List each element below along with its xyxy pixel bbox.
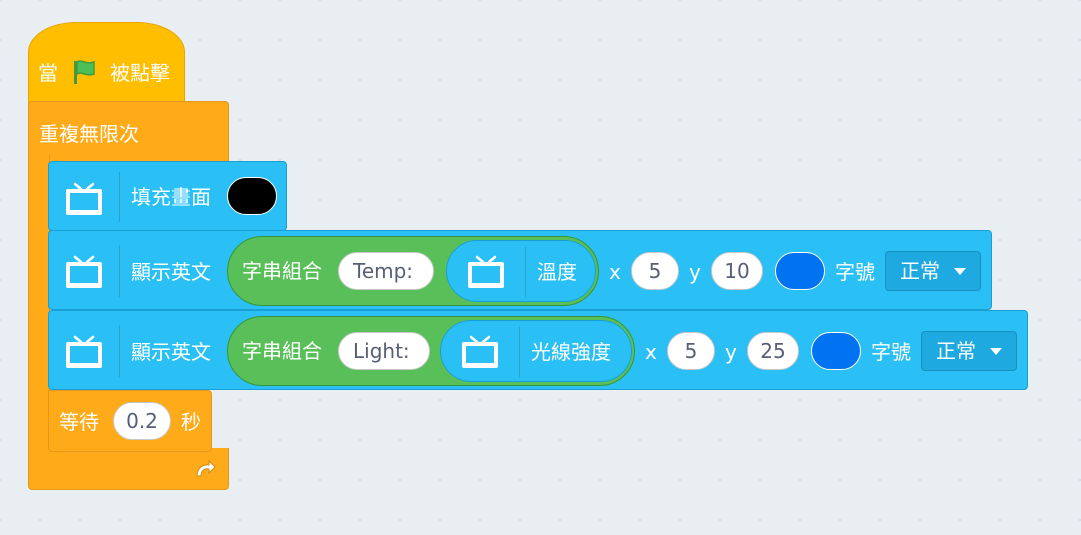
- loop-arrow-icon: [196, 459, 216, 477]
- font-size-value: 正常: [900, 259, 940, 283]
- text-color-swatch[interactable]: [811, 332, 861, 370]
- x-label: x: [609, 260, 621, 284]
- font-size-value: 正常: [936, 339, 976, 363]
- display-tv-icon: [66, 182, 102, 215]
- forever-label: 重複無限次: [39, 122, 139, 146]
- show-text-block[interactable]: 顯示英文 字串組合 Light: 光線強度 x 5 y 25 字號 正常: [48, 310, 1028, 390]
- temperature-label: 溫度: [537, 260, 577, 284]
- when-flag-clicked-block[interactable]: 當 被點擊: [28, 22, 185, 124]
- font-size-dropdown[interactable]: 正常: [885, 251, 981, 291]
- temperature-reporter[interactable]: 溫度: [446, 240, 596, 302]
- font-size-label: 字號: [871, 340, 911, 364]
- display-tv-icon: [66, 255, 102, 288]
- seconds-unit-label: 秒: [181, 410, 201, 434]
- forever-loop-bottom[interactable]: [28, 448, 229, 490]
- forever-loop-arm: [28, 155, 50, 455]
- join-label: 字串組合: [242, 259, 322, 283]
- green-flag-icon: [74, 60, 95, 84]
- display-tv-icon: [66, 335, 102, 368]
- join-label: 字串組合: [242, 339, 322, 363]
- wait-label: 等待: [59, 410, 99, 434]
- fill-screen-block[interactable]: 填充畫面: [48, 161, 287, 231]
- clicked-label: 被點擊: [110, 61, 170, 85]
- x-label: x: [645, 340, 657, 364]
- y-label: y: [689, 260, 701, 284]
- join-text-input[interactable]: Temp:: [338, 252, 434, 290]
- chevron-down-icon: [954, 268, 966, 275]
- y-label: y: [725, 340, 737, 364]
- x-input[interactable]: 5: [667, 332, 715, 370]
- show-text-label: 顯示英文: [131, 260, 211, 284]
- join-reporter[interactable]: 字串組合 Light: 光線強度: [227, 316, 635, 386]
- display-tv-icon: [462, 335, 498, 368]
- y-input[interactable]: 10: [711, 252, 763, 290]
- join-reporter[interactable]: 字串組合 Temp: 溫度: [227, 236, 599, 306]
- show-text-block[interactable]: 顯示英文 字串組合 Temp: 溫度 x 5 y 10 字號 正常: [48, 230, 992, 310]
- wait-seconds-input[interactable]: 0.2: [113, 402, 171, 440]
- fill-screen-label: 填充畫面: [131, 185, 211, 209]
- light-level-label: 光線強度: [531, 340, 611, 364]
- join-text-input[interactable]: Light:: [338, 332, 430, 370]
- y-input[interactable]: 25: [747, 332, 799, 370]
- text-color-swatch[interactable]: [775, 252, 825, 290]
- chevron-down-icon: [990, 348, 1002, 355]
- light-level-reporter[interactable]: 光線強度: [440, 320, 632, 382]
- forever-loop-block[interactable]: 重複無限次: [28, 101, 229, 161]
- show-text-label: 顯示英文: [131, 340, 211, 364]
- wait-block[interactable]: 等待 0.2 秒: [48, 390, 212, 452]
- fill-color-swatch[interactable]: [227, 177, 277, 215]
- when-label: 當: [38, 61, 58, 85]
- display-tv-icon: [468, 255, 504, 288]
- font-size-dropdown[interactable]: 正常: [921, 331, 1017, 371]
- x-input[interactable]: 5: [631, 252, 679, 290]
- font-size-label: 字號: [835, 260, 875, 284]
